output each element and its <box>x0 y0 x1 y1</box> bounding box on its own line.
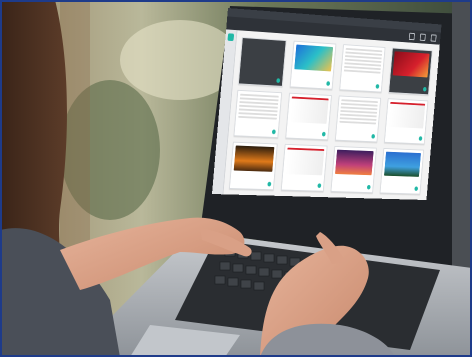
gear-icon[interactable] <box>430 34 437 42</box>
template-card[interactable] <box>379 148 424 195</box>
template-card[interactable] <box>289 40 337 90</box>
card-thumbnail <box>387 101 426 129</box>
card-thumbnail <box>293 44 334 72</box>
document-icon[interactable] <box>408 32 415 41</box>
card-thumbnail <box>383 151 421 177</box>
template-card[interactable] <box>388 47 433 95</box>
add-button[interactable] <box>227 33 235 42</box>
template-card[interactable] <box>284 92 332 141</box>
card-thumbnail <box>284 147 325 176</box>
card-thumbnail <box>289 96 329 125</box>
template-card[interactable] <box>280 144 328 192</box>
card-action-button[interactable] <box>366 184 371 190</box>
card-action-button[interactable] <box>326 80 331 86</box>
card-thumbnail <box>339 98 378 125</box>
template-card[interactable] <box>238 37 287 87</box>
card-thumbnail <box>233 145 274 172</box>
card-action-button[interactable] <box>271 129 276 135</box>
card-action-button[interactable] <box>414 186 419 191</box>
card-thumbnail <box>392 51 430 78</box>
template-card[interactable] <box>383 97 429 145</box>
card-action-button[interactable] <box>321 132 326 137</box>
card-thumbnail <box>335 149 374 176</box>
template-card[interactable] <box>339 44 386 93</box>
card-action-button[interactable] <box>422 86 427 92</box>
template-card[interactable] <box>233 89 282 139</box>
card-action-button[interactable] <box>418 136 423 142</box>
card-action-button[interactable] <box>370 134 375 139</box>
template-grid <box>229 37 433 195</box>
card-thumbnail <box>238 93 279 120</box>
template-card[interactable] <box>229 141 278 191</box>
card-action-button[interactable] <box>266 181 271 187</box>
template-card[interactable] <box>330 146 377 194</box>
search-icon[interactable] <box>419 33 426 42</box>
card-thumbnail <box>343 47 382 75</box>
template-card[interactable] <box>335 95 381 143</box>
card-action-button[interactable] <box>317 183 322 188</box>
card-action-button[interactable] <box>275 77 280 83</box>
laptop-screen <box>212 8 442 200</box>
card-action-button[interactable] <box>375 83 380 89</box>
